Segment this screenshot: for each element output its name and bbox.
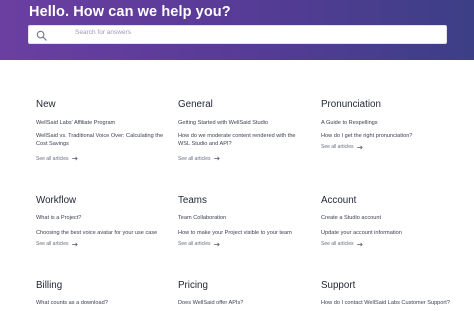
article-link[interactable]: How do I contact WellSaid Labs Customer … xyxy=(321,299,461,308)
article-link[interactable]: WellSaid vs. Traditional Voice Over: Cal… xyxy=(36,132,176,141)
article-link[interactable]: How do I get the right pronunciation? xyxy=(321,132,461,141)
article-link[interactable]: A Guide to Respellings xyxy=(321,119,461,128)
section-teams: Teams Team Collaboration How to make you… xyxy=(178,195,318,247)
see-all-articles-link[interactable]: See all articles xyxy=(36,241,176,247)
article-link[interactable]: Getting Started with WellSaid Studio xyxy=(178,119,318,128)
arrow-right-icon xyxy=(213,242,220,246)
article-link[interactable]: How do we moderate content rendered with… xyxy=(178,132,318,141)
see-all-articles-link[interactable]: See all articles xyxy=(321,241,461,247)
see-all-label: See all articles xyxy=(36,155,69,162)
section-billing: Billing What counts as a download? xyxy=(36,280,176,308)
see-all-articles-link[interactable]: See all articles xyxy=(36,156,176,162)
article-link[interactable]: What is a Project? xyxy=(36,214,176,223)
article-link[interactable]: WSL Studio and API? xyxy=(178,140,318,149)
section-workflow: Workflow What is a Project? Choosing the… xyxy=(36,195,176,247)
arrow-right-icon xyxy=(356,242,363,246)
article-link[interactable]: Cost Savings xyxy=(36,140,176,149)
section-general: General Getting Started with WellSaid St… xyxy=(178,99,318,162)
arrow-right-icon xyxy=(71,156,78,161)
section-title[interactable]: Billing xyxy=(36,280,176,291)
arrow-right-icon xyxy=(213,156,220,161)
section-title[interactable]: Account xyxy=(321,195,461,206)
see-all-articles-link[interactable]: See all articles xyxy=(178,156,318,162)
section-title[interactable]: Workflow xyxy=(36,195,176,206)
section-title[interactable]: Support xyxy=(321,280,461,291)
search-icon xyxy=(36,30,47,41)
section-pricing: Pricing Does WellSaid offer APIs? xyxy=(178,280,318,308)
section-title[interactable]: Pronunciation xyxy=(321,99,461,110)
section-title[interactable]: New xyxy=(36,99,176,110)
article-link[interactable]: What counts as a download? xyxy=(36,299,176,308)
see-all-label: See all articles xyxy=(36,241,69,247)
article-link[interactable]: How to make your Project visible to your… xyxy=(178,229,318,238)
hero-banner: Hello. How can we help you? Search for a… xyxy=(0,0,474,60)
section-title[interactable]: Teams xyxy=(178,195,318,206)
see-all-articles-link[interactable]: See all articles xyxy=(178,241,318,247)
arrow-right-icon xyxy=(71,242,78,246)
see-all-label: See all articles xyxy=(321,241,354,247)
section-support: Support How do I contact WellSaid Labs C… xyxy=(321,280,461,308)
section-pronunciation: Pronunciation A Guide to Respellings How… xyxy=(321,99,461,150)
article-link[interactable]: Team Collaboration xyxy=(178,214,318,223)
article-link[interactable]: Choosing the best voice avatar for your … xyxy=(36,229,176,238)
section-new: New WellSaid Labs' Affiliate Program Wel… xyxy=(36,99,176,162)
article-link[interactable]: Update your account information xyxy=(321,229,461,238)
see-all-label: See all articles xyxy=(178,155,211,162)
search-input[interactable]: Search for answers xyxy=(28,25,447,44)
search-placeholder: Search for answers xyxy=(75,29,131,36)
see-all-articles-link[interactable]: See all articles xyxy=(321,144,461,150)
section-title[interactable]: Pricing xyxy=(178,280,318,291)
see-all-label: See all articles xyxy=(178,241,211,247)
article-link[interactable]: Does WellSaid offer APIs? xyxy=(178,299,318,308)
section-account: Account Create a Studio account Update y… xyxy=(321,195,461,247)
section-title[interactable]: General xyxy=(178,99,318,110)
see-all-label: See all articles xyxy=(321,144,354,150)
article-link[interactable]: WellSaid Labs' Affiliate Program xyxy=(36,119,176,128)
page-title: Hello. How can we help you? xyxy=(29,4,231,20)
arrow-right-icon xyxy=(356,145,363,149)
article-link[interactable]: Create a Studio account xyxy=(321,214,461,223)
